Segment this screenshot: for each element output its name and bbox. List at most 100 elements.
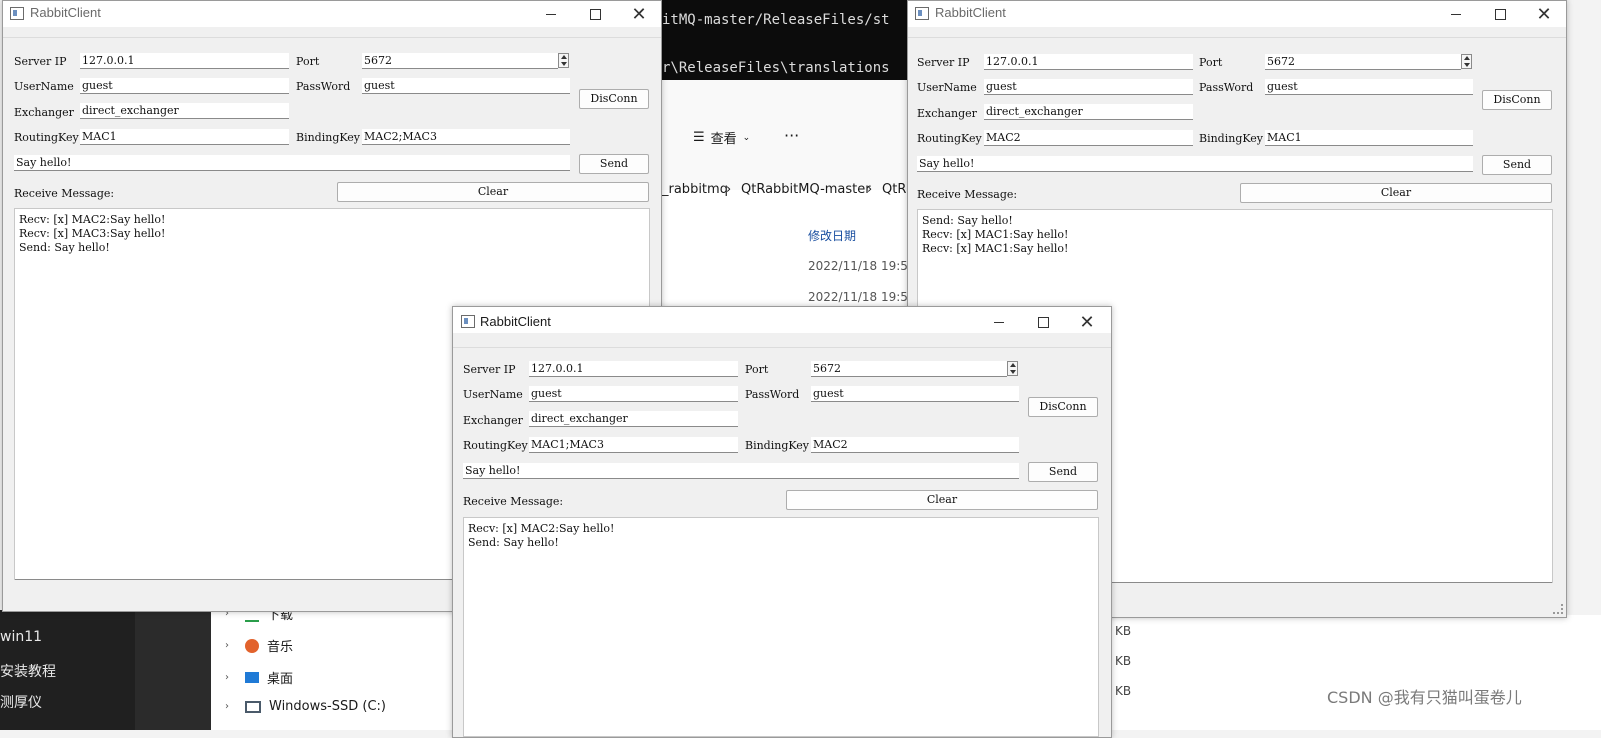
music-icon: [245, 638, 259, 653]
watermark: CSDN @我有只猫叫蛋卷儿: [1327, 688, 1522, 707]
maximize-button[interactable]: [1478, 1, 1522, 27]
chevron-down-icon: ⌄: [742, 132, 751, 143]
routing-key-input[interactable]: MAC1;MAC3: [529, 437, 738, 453]
disconn-button[interactable]: DisConn: [1482, 90, 1552, 110]
routing-key-input[interactable]: MAC1: [80, 129, 289, 145]
chevron-right-icon: ›: [726, 182, 732, 197]
minimize-button[interactable]: [977, 309, 1021, 335]
receive-message-label: Receive Message:: [14, 187, 115, 200]
exchanger-label: Exchanger: [463, 414, 523, 427]
tree-item-music[interactable]: › 音乐: [225, 636, 293, 655]
send-button[interactable]: Send: [1028, 462, 1098, 482]
receive-message-label: Receive Message:: [463, 495, 564, 508]
chevron-right-icon: ›: [225, 672, 229, 683]
binding-key-label: BindingKey: [296, 131, 361, 144]
exchanger-input[interactable]: direct_exchanger: [80, 103, 289, 119]
binding-key-input[interactable]: MAC1: [1265, 130, 1473, 146]
server-ip-input[interactable]: 127.0.0.1: [80, 53, 289, 69]
message-input[interactable]: Say hello!: [917, 156, 1473, 172]
routing-key-input[interactable]: MAC2: [984, 130, 1193, 146]
minimize-button[interactable]: [529, 1, 573, 27]
routing-key-label: RoutingKey: [917, 132, 982, 145]
title-bar[interactable]: RabbitClient ✕: [453, 307, 1111, 333]
menu-bar: [3, 27, 661, 38]
close-button[interactable]: ✕: [617, 1, 661, 27]
sidebar-item[interactable]: 测厚仪: [0, 692, 42, 712]
clear-button[interactable]: Clear: [786, 490, 1098, 510]
desktop-icon: [245, 672, 259, 683]
window-title: RabbitClient: [935, 5, 1006, 20]
disconn-button[interactable]: DisConn: [1028, 397, 1098, 417]
username-input[interactable]: guest: [80, 78, 289, 94]
title-bar[interactable]: RabbitClient ✕: [3, 1, 661, 27]
disconn-button[interactable]: DisConn: [579, 89, 649, 109]
exchanger-label: Exchanger: [14, 106, 74, 119]
port-spinbox[interactable]: 5672: [1265, 54, 1461, 70]
server-ip-label: Server IP: [14, 55, 67, 68]
port-spin-arrows[interactable]: [558, 53, 569, 68]
password-input[interactable]: guest: [811, 386, 1019, 402]
server-ip-input[interactable]: 127.0.0.1: [984, 54, 1193, 70]
explorer-more-button[interactable]: ···: [784, 126, 799, 145]
send-button[interactable]: Send: [1482, 155, 1552, 175]
maximize-button[interactable]: [573, 1, 617, 27]
port-spin-arrows[interactable]: [1007, 361, 1018, 376]
username-input[interactable]: guest: [984, 79, 1193, 95]
app-icon: [915, 7, 929, 20]
sidebar-item[interactable]: win11: [0, 629, 42, 645]
close-button[interactable]: ✕: [1522, 1, 1566, 27]
password-input[interactable]: guest: [362, 78, 570, 94]
menu-bar: [908, 27, 1566, 38]
binding-key-label: BindingKey: [1199, 132, 1264, 145]
clear-button[interactable]: Clear: [337, 182, 649, 202]
tree-item-desktop[interactable]: › 桌面: [225, 668, 293, 687]
send-button[interactable]: Send: [579, 154, 649, 174]
resize-grip[interactable]: [1553, 604, 1563, 614]
file-date: 2022/11/18 19:53: [808, 259, 916, 273]
maximize-button[interactable]: [1021, 309, 1065, 335]
binding-key-label: BindingKey: [745, 439, 810, 452]
file-size: KB: [1115, 624, 1132, 638]
tree-item-drive-c[interactable]: › Windows-SSD (C:): [225, 699, 386, 714]
sidebar-item[interactable]: 安装教程: [0, 661, 56, 681]
chevron-right-icon: ›: [225, 701, 229, 712]
clear-button[interactable]: Clear: [1240, 183, 1552, 203]
column-header-modified[interactable]: 修改日期: [808, 227, 856, 244]
message-input[interactable]: Say hello!: [463, 463, 1019, 479]
username-input[interactable]: guest: [529, 386, 738, 402]
port-spinbox[interactable]: 5672: [362, 53, 558, 69]
routing-key-label: RoutingKey: [14, 131, 79, 144]
background-terminal: itMQ-master/ReleaseFiles/st r\ReleaseFil…: [660, 0, 908, 80]
server-ip-input[interactable]: 127.0.0.1: [529, 361, 738, 377]
menu-bar: [453, 335, 1111, 348]
port-spin-arrows[interactable]: [1461, 54, 1472, 69]
receive-message-label: Receive Message:: [917, 188, 1018, 201]
binding-key-input[interactable]: MAC2: [811, 437, 1019, 453]
port-label: Port: [745, 363, 769, 376]
file-size: KB: [1115, 684, 1132, 698]
message-log[interactable]: Recv: [x] MAC2:Say hello! Send: Say hell…: [463, 517, 1099, 737]
terminal-line: itMQ-master/ReleaseFiles/st: [662, 12, 890, 28]
log-line: Recv: [x] MAC1:Say hello!: [922, 242, 1069, 255]
log-line: Recv: [x] MAC1:Say hello!: [922, 228, 1069, 241]
minimize-button[interactable]: [1434, 1, 1478, 27]
exchanger-input[interactable]: direct_exchanger: [529, 411, 738, 427]
title-bar[interactable]: RabbitClient ✕: [908, 1, 1566, 27]
log-line: Send: Say hello!: [19, 241, 110, 254]
username-label: UserName: [463, 388, 523, 401]
explorer-view-button[interactable]: ☰ 查看 ⌄: [693, 128, 750, 147]
chevron-right-icon: ›: [225, 640, 229, 651]
username-label: UserName: [14, 80, 74, 93]
background-panel: [135, 610, 211, 730]
close-button[interactable]: ✕: [1065, 309, 1109, 335]
password-label: PassWord: [1199, 81, 1254, 94]
binding-key-input[interactable]: MAC2;MAC3: [362, 129, 570, 145]
message-input[interactable]: Say hello!: [14, 155, 570, 171]
app-icon: [461, 315, 475, 328]
server-ip-label: Server IP: [917, 56, 970, 69]
exchanger-input[interactable]: direct_exchanger: [984, 104, 1193, 120]
port-spinbox[interactable]: 5672: [811, 361, 1007, 377]
password-input[interactable]: guest: [1265, 79, 1473, 95]
breadcrumb-item[interactable]: QtRabbitMQ-master: [741, 182, 871, 197]
breadcrumb-item[interactable]: _rabbitmq: [662, 182, 728, 197]
